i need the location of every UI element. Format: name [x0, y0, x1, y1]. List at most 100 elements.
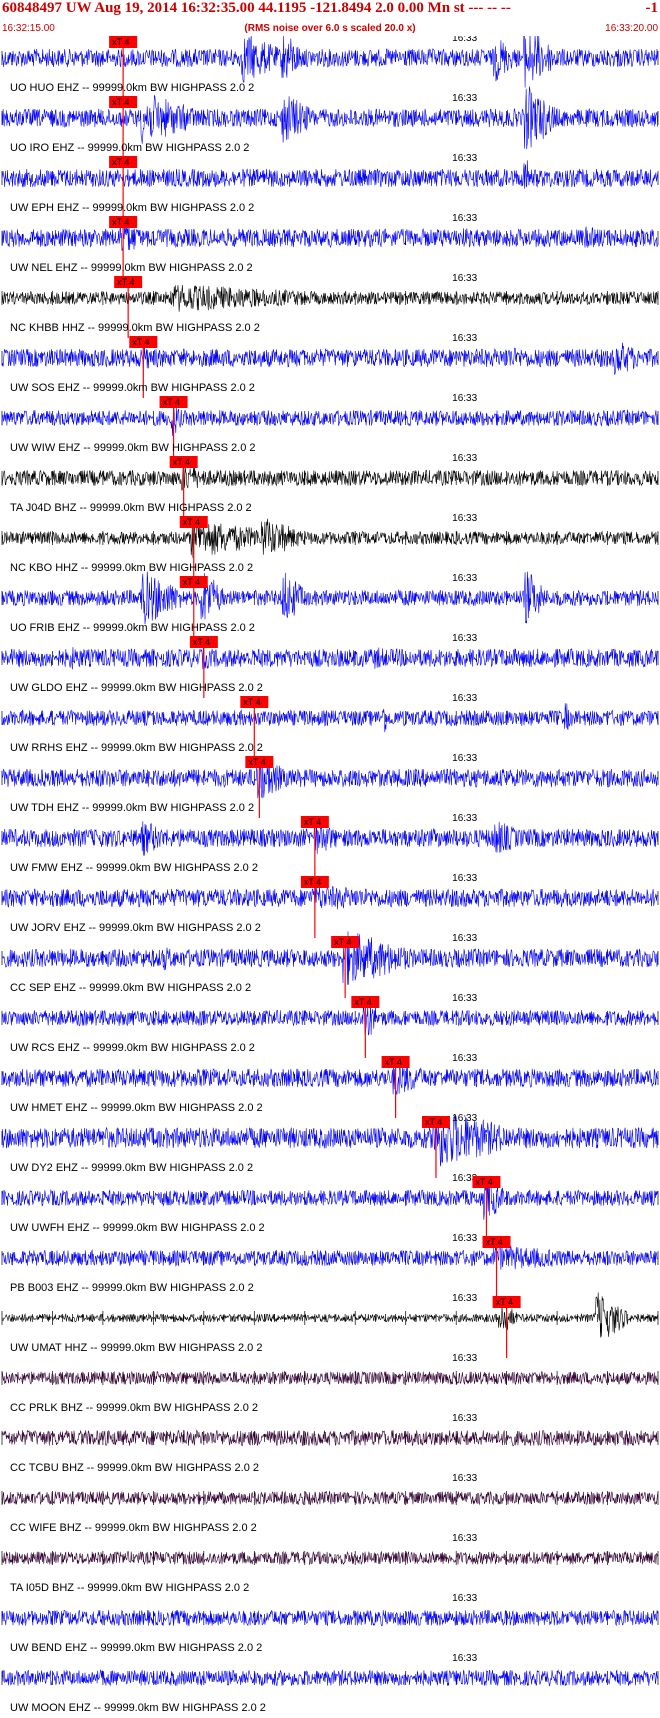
station-label: UW GLDO EHZ -- 99999.0km BW HIGHPASS 2.0… — [10, 682, 263, 694]
station-label: UW EPH EHZ -- 99999.0km BW HIGHPASS 2.0 … — [10, 202, 254, 214]
record-header: 60848497 UW Aug 19, 2014 16:32:35.00 44.… — [0, 0, 660, 38]
time-tick-label: 16:33 — [452, 1113, 477, 1124]
waveform-trace — [1, 1245, 658, 1270]
time-tick-label: 16:33 — [452, 633, 477, 644]
pick-label: xT 4 — [304, 817, 321, 827]
time-tick-label: 16:33 — [452, 573, 477, 584]
time-tick-label: 16:33 — [452, 453, 477, 464]
waveform-trace — [1, 342, 658, 375]
waveform-trace — [1, 220, 658, 251]
pick-label: xT 4 — [304, 877, 321, 887]
waveform-trace — [1, 1429, 658, 1447]
station-label: NC KHBB HHZ -- 99999.0km BW HIGHPASS 2.0… — [10, 322, 260, 334]
waveform-trace — [1, 86, 658, 150]
waveform-trace — [1, 886, 658, 911]
station-label: TA I05D BHZ -- 99999.0km BW HIGHPASS 2.0… — [10, 1582, 249, 1594]
waveform-trace — [1, 1064, 658, 1095]
pick-label: xT 4 — [475, 1177, 492, 1187]
waveform-trace — [1, 284, 658, 312]
time-tick-label: 16:33 — [452, 1473, 477, 1484]
time-tick-label: 16:33 — [452, 333, 477, 344]
station-label: UW RCS EHZ -- 99999.0km BW HIGHPASS 2.0 … — [10, 1042, 255, 1054]
station-label: CC WIFE BHZ -- 99999.0km BW HIGHPASS 2.0… — [10, 1522, 257, 1534]
time-tick-label: 16:33 — [452, 1413, 477, 1424]
pick-label: xT 4 — [117, 277, 134, 287]
station-label: CC TCBU BHZ -- 99999.0km BW HIGHPASS 2.0… — [10, 1462, 259, 1474]
waveform-trace — [1, 762, 658, 799]
time-tick-label: 16:33 — [452, 36, 477, 44]
event-title-trail: -1 — [645, 0, 659, 16]
station-label: PB B003 EHZ -- 99999.0km BW HIGHPASS 2.0… — [10, 1282, 254, 1294]
waveform-trace — [1, 1669, 658, 1687]
station-label: UW MOON EHZ -- 99999.0km BW HIGHPASS 2.0… — [10, 1702, 266, 1714]
time-tick-label: 16:33 — [452, 1053, 477, 1064]
pick-label: xT 4 — [486, 1237, 503, 1247]
station-label: UW NEL EHZ -- 99999.0km BW HIGHPASS 2.0 … — [10, 262, 253, 274]
time-tick-label: 16:33 — [452, 1533, 477, 1544]
waveform-trace — [1, 462, 658, 492]
pick-label: xT 4 — [112, 157, 129, 167]
waveform-trace — [1, 1370, 658, 1386]
time-tick-label: 16:33 — [452, 213, 477, 224]
station-label: UW JORV EHZ -- 99999.0km BW HIGHPASS 2.0… — [10, 922, 261, 934]
time-tick-label: 16:33 — [452, 1293, 477, 1304]
pick-label: xT 4 — [112, 37, 129, 47]
time-tick-label: 16:33 — [452, 273, 477, 284]
station-label: UW DY2 EHZ -- 99999.0km BW HIGHPASS 2.0 … — [10, 1162, 253, 1174]
waveform-trace — [1, 1115, 658, 1167]
waveform-trace — [1, 1609, 658, 1627]
waveform-trace — [1, 1490, 658, 1506]
time-tick-label: 16:33 — [452, 993, 477, 1004]
pick-label: xT 4 — [112, 217, 129, 227]
waveform-trace — [1, 1292, 658, 1338]
waveform-trace — [1, 405, 658, 437]
pick-label: xT 4 — [496, 1297, 513, 1307]
seismogram-record-section: 16:33 xT 4 UO HUO EHZ -- 99999.0km BW HIGH… — [1, 36, 659, 1714]
pick-label: xT 4 — [112, 97, 129, 107]
pick-label: xT 4 — [334, 937, 351, 947]
station-label: CC SEP EHZ -- 99999.0km BW HIGHPASS 2.0 … — [10, 982, 251, 994]
pick-label: xT 4 — [243, 697, 260, 707]
pick-label: xT 4 — [385, 1057, 402, 1067]
station-label: CC PRLK BHZ -- 99999.0km BW HIGHPASS 2.0… — [10, 1402, 258, 1414]
station-label: UW SOS EHZ -- 99999.0km BW HIGHPASS 2.0 … — [10, 382, 255, 394]
station-label: UW UMAT HHZ -- 99999.0km BW HIGHPASS 2.0… — [10, 1342, 262, 1354]
pick-label: xT 4 — [163, 397, 180, 407]
waveform-trace — [1, 931, 658, 985]
waveform-trace — [1, 36, 658, 88]
waveform-trace — [1, 571, 658, 625]
pick-label: xT 4 — [248, 757, 265, 767]
waveform-trace — [1, 1002, 658, 1036]
station-label: UW HMET EHZ -- 99999.0km BW HIGHPASS 2.0… — [10, 1102, 263, 1114]
pick-label: xT 4 — [425, 1117, 442, 1127]
time-tick-label: 16:33 — [452, 153, 477, 164]
time-tick-label: 16:33 — [452, 1653, 477, 1664]
time-tick-label: 16:33 — [452, 873, 477, 884]
waveform-trace — [1, 518, 658, 558]
station-label: UO HUO EHZ -- 99999.0km BW HIGHPASS 2.0 … — [10, 82, 254, 94]
station-label: UW FMW EHZ -- 99999.0km BW HIGHPASS 2.0 … — [10, 862, 258, 874]
end-time-label: 16:33:20.00 — [605, 23, 658, 34]
waveform-trace — [1, 1550, 658, 1566]
rms-scaling-note: (RMS noise over 6.0 s scaled 20.0 x) — [244, 23, 416, 34]
time-tick-label: 16:33 — [452, 933, 477, 944]
station-label: UO IRO EHZ -- 99999.0km BW HIGHPASS 2.0 … — [10, 142, 249, 154]
pick-label: xT 4 — [132, 337, 149, 347]
pick-label: xT 4 — [183, 577, 200, 587]
waveform-trace — [1, 703, 658, 733]
time-tick-label: 16:33 — [452, 513, 477, 524]
station-label: UW RRHS EHZ -- 99999.0km BW HIGHPASS 2.0… — [10, 742, 263, 754]
time-tick-label: 16:33 — [452, 753, 477, 764]
waveform-trace — [1, 160, 658, 189]
waveform-trace — [1, 821, 658, 856]
time-tick-label: 16:33 — [452, 1353, 477, 1364]
waveform-trace — [1, 646, 658, 670]
time-tick-label: 16:33 — [452, 393, 477, 404]
station-label: UW BEND EHZ -- 99999.0km BW HIGHPASS 2.0… — [10, 1642, 262, 1654]
station-label: NC KBO HHZ -- 99999.0km BW HIGHPASS 2.0 … — [10, 562, 253, 574]
time-tick-label: 16:33 — [452, 693, 477, 704]
station-label: UW WIW EHZ -- 99999.0km BW HIGHPASS 2.0 … — [10, 442, 256, 454]
station-label: UW UWFH EHZ -- 99999.0km BW HIGHPASS 2.0… — [10, 1222, 265, 1234]
time-tick-label: 16:33 — [452, 1233, 477, 1244]
time-tick-label: 16:33 — [452, 93, 477, 104]
